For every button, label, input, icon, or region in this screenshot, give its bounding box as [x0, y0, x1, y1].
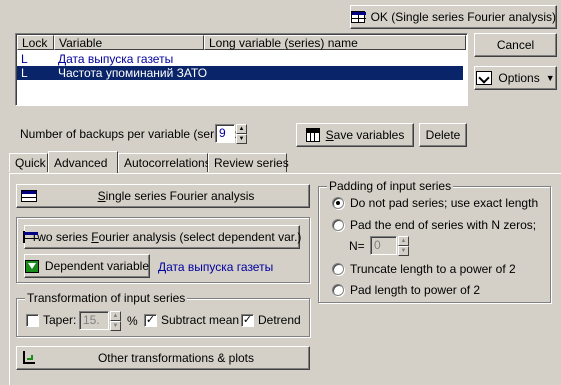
detrend-checkbox[interactable]: ✓ Detrend [241, 313, 301, 327]
row-long-name [204, 52, 463, 66]
delete-button[interactable]: Delete [419, 123, 467, 147]
column-header-long-name[interactable]: Long variable (series) name [204, 35, 466, 50]
options-button[interactable]: Options ▼ [474, 66, 557, 90]
column-header-lock[interactable]: Lock [17, 35, 54, 50]
spin-up-icon: ▲ [238, 126, 245, 132]
padding-group-title: Padding of input series [327, 179, 454, 193]
spin-up-icon: ▲ [112, 313, 119, 319]
radio-pad-n-zeros[interactable]: Pad the end of series with N zeros; [332, 218, 536, 232]
transform-plot-icon [21, 351, 37, 365]
table-grid-icon [351, 11, 366, 23]
table-row[interactable]: L Дата выпуска газеты [17, 52, 463, 66]
tab-review-series[interactable]: Review series [208, 153, 289, 172]
radio-button[interactable] [332, 263, 344, 275]
tab-autocorrelations[interactable]: Autocorrelations [118, 153, 211, 172]
dependent-variable-button[interactable]: Dependent variable [24, 254, 150, 278]
backups-label: Number of backups per variable (series): [20, 127, 237, 141]
backups-spin-down[interactable]: ▼ [236, 134, 247, 144]
spin-up-icon: ▲ [400, 238, 407, 244]
radio-button[interactable] [332, 284, 344, 296]
radio-button[interactable] [332, 197, 344, 209]
two-series-fourier-button[interactable]: Two series Fourier analysis (select depe… [22, 225, 301, 249]
table-grid-icon [22, 231, 38, 243]
single-series-fourier-button[interactable]: Single series Fourier analysis [16, 184, 310, 208]
taper-input[interactable]: 15. [79, 311, 109, 330]
cancel-button[interactable]: Cancel [474, 33, 557, 57]
n-label: N= [349, 239, 365, 253]
taper-spin-up[interactable]: ▲ [110, 311, 121, 321]
radio-pad-power-2[interactable]: Pad length to power of 2 [332, 283, 480, 297]
tab-strip: Quick Advanced Autocorrelations Review s… [9, 151, 561, 175]
spin-down-icon: ▼ [238, 136, 245, 142]
save-table-icon [305, 128, 320, 142]
row-variable: Дата выпуска газеты [58, 52, 174, 66]
taper-checkbox[interactable]: Taper: [26, 313, 76, 327]
spin-down-icon: ▼ [112, 323, 119, 329]
dropdown-arrow-icon: ▼ [545, 73, 555, 83]
list-header: Lock Variable Long variable (series) nam… [17, 35, 466, 50]
tab-advanced[interactable]: Advanced [48, 151, 118, 173]
subtract-mean-checkbox[interactable]: ✓ Subtract mean [144, 313, 239, 327]
radio-truncate[interactable]: Truncate length to a power of 2 [332, 262, 516, 276]
options-hand-icon [476, 71, 493, 85]
save-variables-button[interactable]: Save variables [296, 123, 414, 147]
row-long-name [204, 66, 463, 80]
spin-down-icon: ▼ [400, 248, 407, 254]
taper-check-box[interactable] [26, 313, 39, 327]
variables-list[interactable]: Lock Variable Long variable (series) nam… [15, 33, 468, 106]
row-lock: L [21, 52, 28, 66]
transformation-group-title: Transformation of input series [25, 291, 188, 305]
dependent-variable-value: Дата выпуска газеты [158, 260, 274, 274]
taper-unit: % [127, 314, 138, 328]
detrend-check-box[interactable]: ✓ [241, 313, 254, 327]
row-lock: L [21, 66, 28, 80]
ok-button-label: OK (Single series Fourier analysis) [370, 10, 556, 24]
row-variable: Частота упоминаний ЗАТО [58, 66, 208, 80]
column-header-variable[interactable]: Variable [54, 35, 204, 50]
radio-do-not-pad[interactable]: Do not pad series; use exact length [332, 196, 538, 210]
table-row[interactable]: L Частота упоминаний ЗАТО [17, 66, 463, 80]
tab-quick[interactable]: Quick [9, 153, 48, 172]
radio-button[interactable] [332, 219, 344, 231]
backups-input[interactable]: 9 [215, 124, 235, 143]
subtract-mean-check-box[interactable]: ✓ [144, 313, 157, 327]
other-transformations-button[interactable]: Other transformations & plots [16, 346, 310, 370]
ok-button[interactable]: OK (Single series Fourier analysis) [350, 5, 557, 29]
down-arrow-icon [25, 259, 39, 273]
n-spin-up[interactable]: ▲ [398, 236, 409, 246]
backups-spin-up[interactable]: ▲ [236, 124, 247, 134]
n-spin-down[interactable]: ▼ [398, 246, 409, 256]
n-input[interactable]: 0 [370, 236, 397, 255]
taper-spin-down[interactable]: ▼ [110, 321, 121, 331]
table-grid-icon [21, 190, 37, 202]
